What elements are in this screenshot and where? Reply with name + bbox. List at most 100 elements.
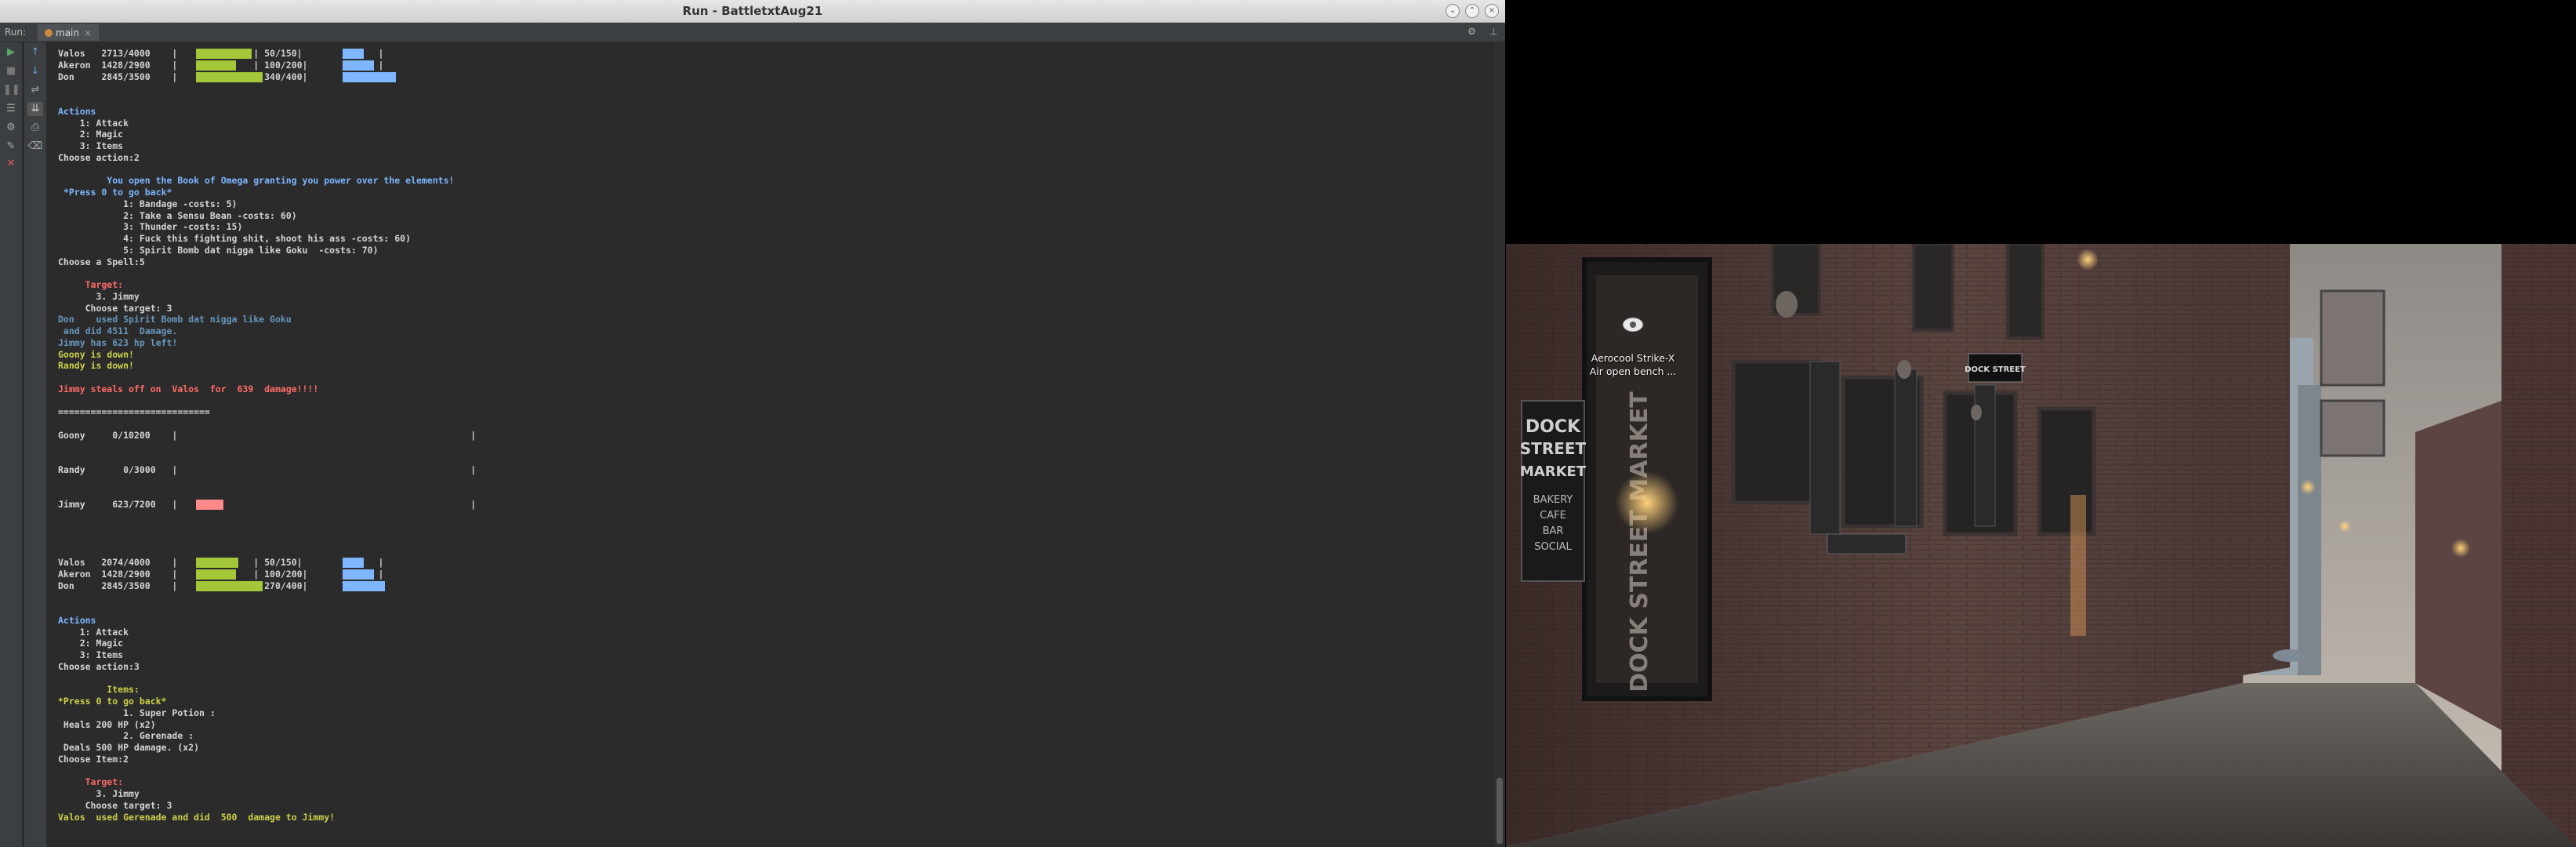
mp-bar	[343, 71, 396, 82]
console-line: *Press 0 to go back*	[58, 696, 167, 707]
mp-bar	[343, 60, 374, 71]
console-line: 3: Thunder -costs: 15)	[58, 221, 243, 233]
console-line: 1: Attack	[58, 626, 129, 638]
sign-sub4: SOCIAL	[1534, 541, 1572, 553]
console-line: Heals 200 HP (x2)	[58, 718, 156, 730]
settings-icon[interactable]: ⚙	[1468, 26, 1476, 37]
console-line: 5: Spirit Bomb dat nigga like Goku -cost…	[58, 244, 379, 256]
mp-bar	[343, 569, 374, 580]
desktop-icon-label[interactable]: Aerocool Strike-X Air open bench ...	[1587, 351, 1679, 378]
console-line: ============================	[58, 406, 210, 418]
rerun-icon[interactable]: ▶	[3, 45, 19, 60]
scrollbar-thumb[interactable]	[1497, 778, 1503, 844]
console-line: Deals 500 HP damage. (x2)	[58, 742, 200, 753]
mp-bar	[343, 49, 364, 59]
console-line: Choose a Spell:5	[58, 256, 145, 267]
run-label: Run:	[5, 27, 27, 38]
mp-bar	[343, 580, 385, 591]
sign-line2: STREET	[1520, 439, 1587, 458]
console-line: 2. Gerenade :	[58, 730, 194, 742]
hp-bar	[196, 580, 263, 591]
console-line: Choose action:3	[58, 660, 140, 672]
tab-main[interactable]: main ×	[38, 24, 100, 41]
sign-sub3: BAR	[1543, 525, 1564, 537]
mp-bar	[343, 558, 364, 568]
console-scrollbar[interactable]	[1494, 42, 1505, 847]
hide-panel-icon[interactable]: ⊥	[1489, 26, 1497, 37]
console-line: 1: Bandage -costs: 5)	[58, 198, 238, 209]
hanging-sign: DOCK STREET	[1965, 365, 2026, 374]
console-line: Choose target: 3	[58, 799, 172, 811]
dump-threads-icon[interactable]: ☰	[3, 102, 19, 116]
hp-bar	[196, 49, 252, 59]
print-icon[interactable]: ⎙	[27, 121, 43, 135]
hp-bar	[196, 71, 263, 82]
tab-close-icon[interactable]: ×	[84, 27, 92, 38]
hp-bar	[196, 558, 238, 568]
console-line: 4: Fuck this fighting shit, shoot his as…	[58, 233, 412, 244]
maximize-button[interactable]: ⌃	[1465, 4, 1479, 18]
run-toolbar: Run: main × ⚙ ⊥	[0, 23, 1505, 42]
tab-label: main	[56, 27, 79, 38]
console-line: 2: Magic	[58, 638, 124, 649]
stop-icon[interactable]: ■	[3, 64, 19, 78]
console-line: Choose action:2	[58, 151, 140, 163]
console-line: Jimmy has 623 hp left!	[58, 336, 178, 348]
close-button[interactable]: ×	[1485, 4, 1499, 18]
console-line: Valos used Gerenade and did 500 damage t…	[58, 811, 336, 823]
console-line: Jimmy steals off on Valos for 639 damage…	[58, 383, 319, 394]
window-title: Run - BattletxtAug21	[682, 4, 823, 18]
console-line: Randy 0/3000 | |	[58, 464, 477, 475]
desktop-icon[interactable]	[1621, 316, 1645, 333]
clear-all-icon[interactable]: ⌫	[27, 140, 43, 154]
console-line: Goony is down!	[58, 348, 134, 360]
console-line: 3: Items	[58, 649, 124, 660]
console-line: 2: Magic	[58, 129, 124, 140]
icon-label-line1: Aerocool Strike-X	[1591, 352, 1675, 364]
console-line: 3. Jimmy	[58, 788, 140, 799]
pause-icon[interactable]: ❚❚	[3, 83, 20, 97]
console-line: Actions	[58, 105, 96, 117]
console-line: *Press 0 to go back*	[58, 187, 172, 198]
console-line: 3. Jimmy	[58, 290, 140, 302]
sign-sub2: CAFE	[1540, 510, 1566, 522]
console-line: Items:	[58, 684, 140, 696]
console-line: Choose Item:2	[58, 753, 129, 765]
console-line: Jimmy 623/7200 | |	[58, 499, 477, 511]
console-line: Actions	[58, 614, 96, 626]
console-line: Don used Spirit Bomb dat nigga like Goku	[58, 314, 292, 325]
console-line: and did 4511 Damage.	[58, 325, 178, 336]
console-line: 3: Items	[58, 140, 124, 151]
python-icon	[45, 29, 53, 37]
settings-icon[interactable]: ⚙	[3, 121, 19, 135]
console-line: Target:	[58, 279, 124, 290]
icon-label-line2: Air open bench ...	[1589, 365, 1677, 377]
wallpaper-photo: DOCK STREET MARKET BAKERY CAFE BAR SOCIA…	[1506, 244, 2576, 847]
console-toolbar: ↑ ↓ ⇌ ⇊ ⎙ ⌫	[24, 42, 47, 847]
console-line: You open the Book of Omega granting you …	[58, 175, 455, 187]
console-line: Choose target: 3	[58, 302, 172, 314]
hp-bar	[196, 60, 236, 71]
console-line: 1: Attack	[58, 117, 129, 129]
console-line: 2: Take a Sensu Bean -costs: 60)	[58, 209, 297, 221]
enemy-hp-bar	[196, 500, 223, 511]
console-line: Target:	[58, 776, 124, 788]
sign-line3: MARKET	[1520, 463, 1587, 480]
title-bar: Run - BattletxtAug21 ⌄ ⌃ ×	[0, 0, 1505, 23]
console-line: Goony 0/10200 | |	[58, 429, 477, 441]
console-line: 1. Super Potion :	[58, 707, 216, 718]
scroll-up-icon[interactable]: ↑	[27, 45, 43, 60]
scroll-down-icon[interactable]: ↓	[27, 64, 43, 78]
console-output[interactable]: Valos 2713/4000 | | 50/150| | Akeron 1428…	[49, 42, 1499, 847]
minimize-button[interactable]: ⌄	[1446, 4, 1460, 18]
scroll-to-end-icon[interactable]: ⇊	[27, 102, 43, 116]
soft-wrap-icon[interactable]: ⇌	[27, 83, 43, 97]
window-lettering: DOCK STREET MARKET	[1626, 391, 1653, 693]
close-run-icon[interactable]: ✕	[3, 157, 19, 171]
fan-icon	[1622, 317, 1644, 333]
alley-photo: DOCK STREET MARKET BAKERY CAFE BAR SOCIA…	[1506, 244, 2576, 847]
run-actions-toolbar: ▶ ■ ❚❚ ☰ ⚙ ✎ ✕	[0, 42, 23, 847]
console-line: Randy is down!	[58, 360, 134, 372]
pin-icon[interactable]: ✎	[3, 140, 19, 154]
hp-bar	[196, 569, 236, 580]
